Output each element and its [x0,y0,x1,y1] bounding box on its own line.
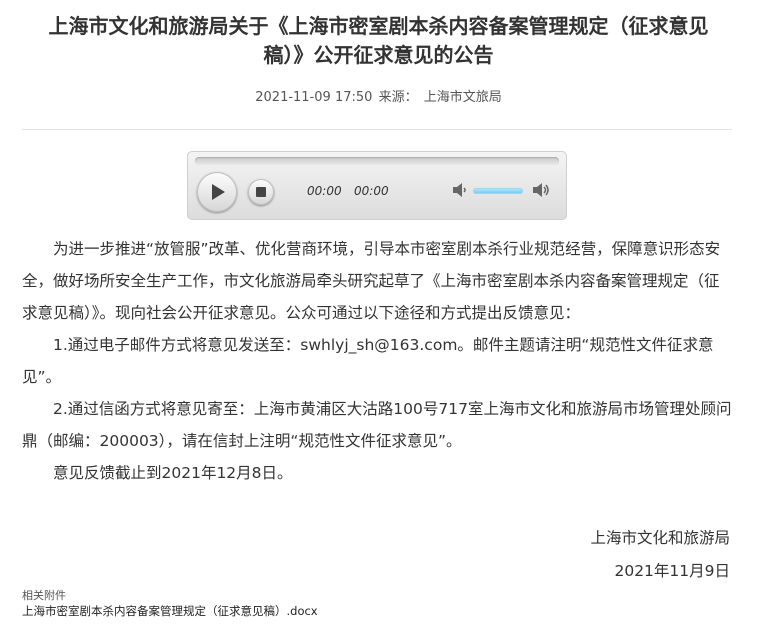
body-paragraph-email: 1.通过电子邮件方式将意见发送至：swhlyj_sh@163.com。邮件主题请… [22,336,714,386]
play-icon [212,184,225,200]
progress-bar[interactable] [195,157,559,165]
title-divider [22,129,732,130]
article-meta: 2021-11-09 17:50 来源： 上海市文旅局 [0,86,757,105]
stop-icon [256,187,266,197]
volume-slider[interactable] [473,188,523,194]
audio-player: 00:00 00:00 [187,151,567,220]
mute-button[interactable] [451,181,469,203]
body-paragraph-intro: 为进一步推进“放管服”改革、优化营商环境，引导本市密室剧本杀行业规范经营，保障意… [22,240,721,322]
max-volume-button[interactable] [531,181,551,203]
attachments-label: 相关附件 [22,589,66,602]
stop-button[interactable] [248,179,274,205]
source-label: 来源： [378,90,418,105]
volume-high-icon [533,183,549,197]
duration-time: 00:00 [354,184,389,198]
source-name: 上海市文旅局 [423,90,502,105]
body-paragraph-deadline: 意见反馈截止到2021年12月8日。 [53,464,293,482]
attachment-file-link[interactable]: 上海市密室剧本杀内容备案管理规定（征求意见稿）.docx [22,603,318,619]
body-paragraph-mail: 2.通过信函方式将意见寄至：上海市黄浦区大沽路100号717室上海市文化和旅游局… [22,400,732,450]
signature-org: 上海市文化和旅游局 [590,529,730,547]
current-time: 00:00 [307,184,342,198]
signature-date: 2021年11月9日 [614,562,730,580]
volume-low-icon [453,183,466,197]
publish-datetime: 2021-11-09 17:50 [255,90,373,105]
article-title: 上海市文化和旅游局关于《上海市密室剧本杀内容备案管理规定（征求意见稿）》公开征求… [48,14,709,67]
play-button[interactable] [197,172,237,212]
